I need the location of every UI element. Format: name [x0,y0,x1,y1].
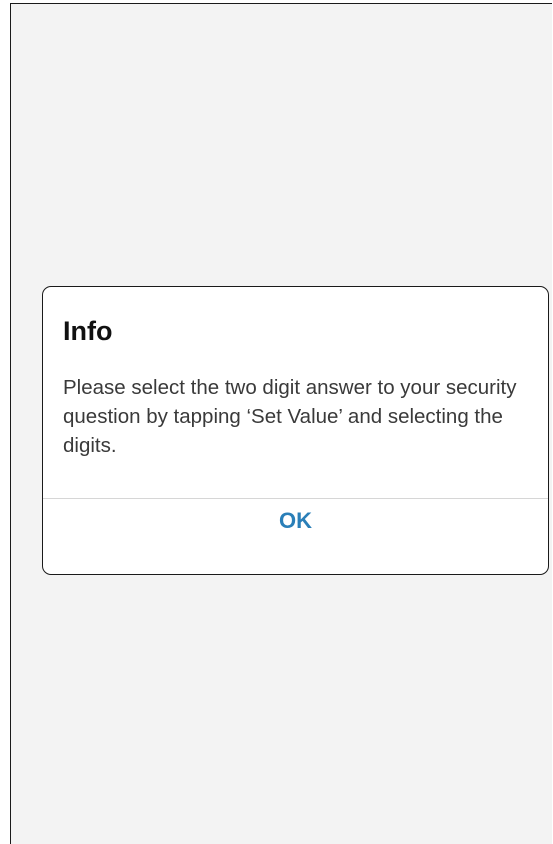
dialog-message: Please select the two digit answer to yo… [63,376,517,457]
dialog-title: Info [63,316,113,346]
app-screen: Info Please select the two digit answer … [10,3,552,844]
ok-button[interactable]: OK [43,499,548,574]
info-dialog: Info Please select the two digit answer … [42,286,549,575]
